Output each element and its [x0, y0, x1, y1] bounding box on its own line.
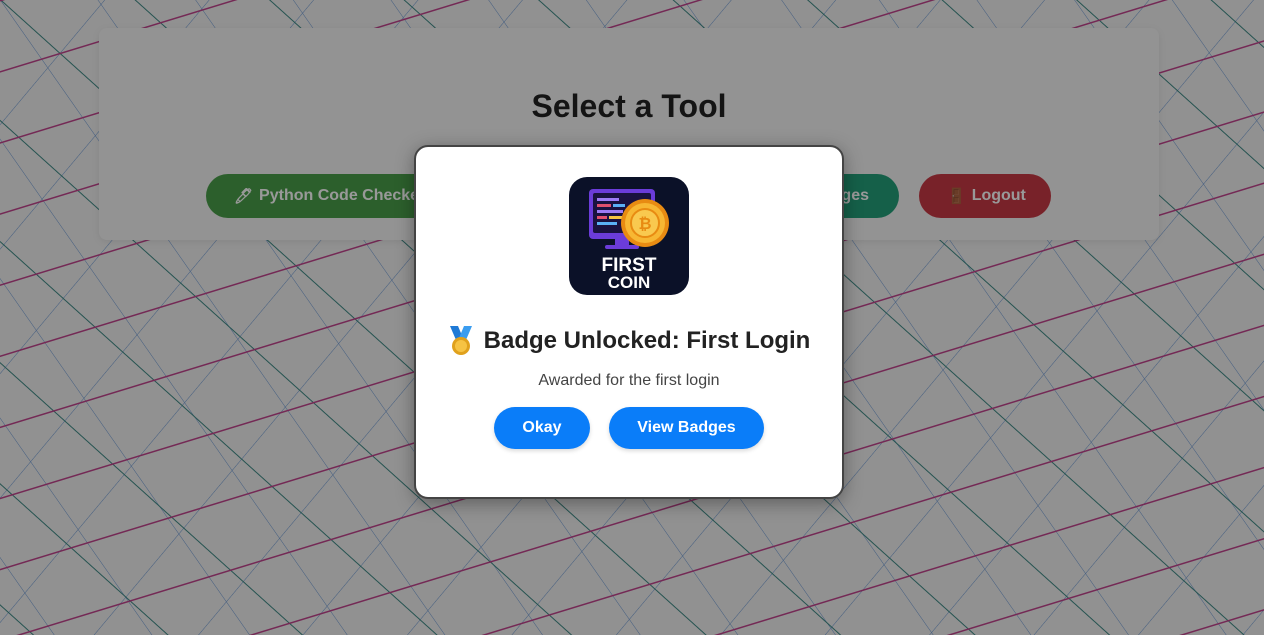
svg-text:COIN: COIN — [608, 273, 651, 292]
modal-title-text: Badge Unlocked: First Login — [483, 327, 811, 354]
modal-description: Awarded for the first login — [538, 372, 720, 389]
okay-button[interactable]: Okay — [494, 407, 590, 449]
first-coin-badge-image: ₿ FIRST COIN — [569, 177, 689, 295]
medal-icon — [449, 326, 472, 355]
modal-title: Badge Unlocked: First Login — [416, 325, 842, 357]
badge-modal: ₿ FIRST COIN Badge Unlocked: First Login… — [414, 145, 844, 499]
view-badges-button[interactable]: View Badges — [609, 407, 764, 449]
svg-text:₿: ₿ — [638, 215, 651, 233]
